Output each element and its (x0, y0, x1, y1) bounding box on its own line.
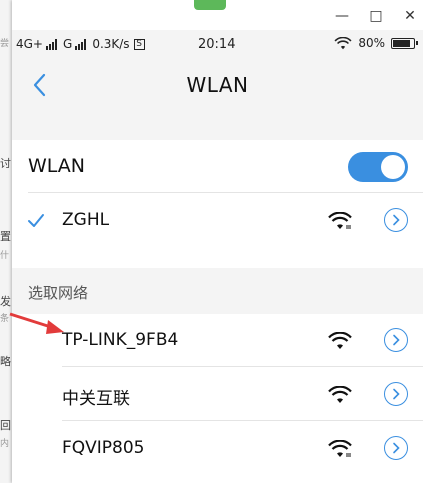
bg-text-fragment: 发 (0, 295, 11, 308)
status-right: 80% (334, 36, 418, 50)
checkmark-icon (28, 214, 44, 227)
chevron-right-icon (393, 442, 400, 454)
bg-text-fragment: 条 (0, 314, 10, 324)
wifi-locked-icon (328, 440, 352, 457)
divider (28, 192, 423, 193)
status-time: 20:14 (198, 37, 236, 52)
network-row[interactable]: FQVIP805 (12, 422, 423, 475)
wifi-locked-icon (328, 212, 352, 229)
network-details-button[interactable] (384, 436, 408, 460)
signal-strength-icon (75, 38, 87, 50)
close-button[interactable]: ✕ (398, 6, 422, 26)
chevron-right-icon (393, 214, 400, 226)
network-details-button[interactable] (384, 208, 408, 232)
wlan-card: WLAN ZGHL (12, 140, 423, 268)
bg-text-fragment: 回 (0, 419, 11, 432)
maximize-button[interactable]: □ (364, 6, 388, 26)
wifi-signal-icon (328, 386, 352, 403)
speed-unit-icon: S (133, 38, 145, 50)
connected-network-row[interactable]: ZGHL (12, 194, 423, 247)
chevron-right-icon (393, 388, 400, 400)
network-ssid: 中关互联 (62, 389, 130, 409)
status-bar: 4G+ G 0.3K/s S 20:14 80% (12, 30, 423, 58)
network-type-2: G (63, 37, 73, 51)
wifi-signal-icon (328, 332, 352, 349)
wlan-toggle-switch[interactable] (348, 152, 408, 182)
wlan-label: WLAN (28, 155, 86, 177)
bg-text-fragment: 什 (0, 251, 10, 261)
status-left: 4G+ G 0.3K/s S (16, 37, 145, 51)
bg-text-fragment: 置 (0, 230, 11, 243)
network-row[interactable]: 中关互联 (12, 368, 423, 421)
network-details-button[interactable] (384, 382, 408, 406)
signal-strength-icon (46, 38, 57, 50)
page-title: WLAN (186, 73, 249, 97)
window-titlebar: — □ ✕ (12, 0, 435, 30)
network-details-button[interactable] (384, 328, 408, 352)
minimize-button[interactable]: — (330, 6, 354, 26)
wifi-status-icon (334, 36, 352, 49)
wlan-toggle-row[interactable]: WLAN (12, 140, 423, 193)
battery-percent: 80% (358, 36, 385, 50)
divider (62, 366, 423, 367)
background-window: 尝 讨 置 什 发 条 略 回 内 (0, 0, 12, 483)
phone-screen: 4G+ G 0.3K/s S 20:14 80% WLAN WLAN ZGHL … (12, 30, 423, 483)
section-header: 选取网络 (28, 284, 89, 302)
app-badge-icon[interactable] (194, 0, 226, 10)
network-list: TP-LINK_9FB4 中关互联 FQVIP805 (12, 314, 423, 483)
bg-text-fragment: 讨 (0, 157, 11, 170)
toggle-knob (381, 155, 405, 179)
emulator-window: — □ ✕ 4G+ G 0.3K/s S 20:14 80% WLAN WLAN… (12, 0, 435, 483)
nav-header: WLAN (12, 58, 423, 112)
network-ssid: TP-LINK_9FB4 (62, 330, 179, 350)
data-speed: 0.3K/s (92, 37, 130, 51)
network-ssid: ZGHL (62, 210, 110, 230)
bg-text-fragment: 尝 (0, 39, 10, 49)
network-ssid: FQVIP805 (62, 438, 145, 458)
network-row[interactable]: TP-LINK_9FB4 (12, 314, 423, 367)
network-type-1: 4G+ (16, 37, 43, 51)
battery-icon (391, 37, 418, 49)
divider (62, 420, 423, 421)
bg-text-fragment: 略 (0, 355, 11, 368)
chevron-right-icon (393, 334, 400, 346)
bg-text-fragment: 内 (0, 439, 10, 449)
